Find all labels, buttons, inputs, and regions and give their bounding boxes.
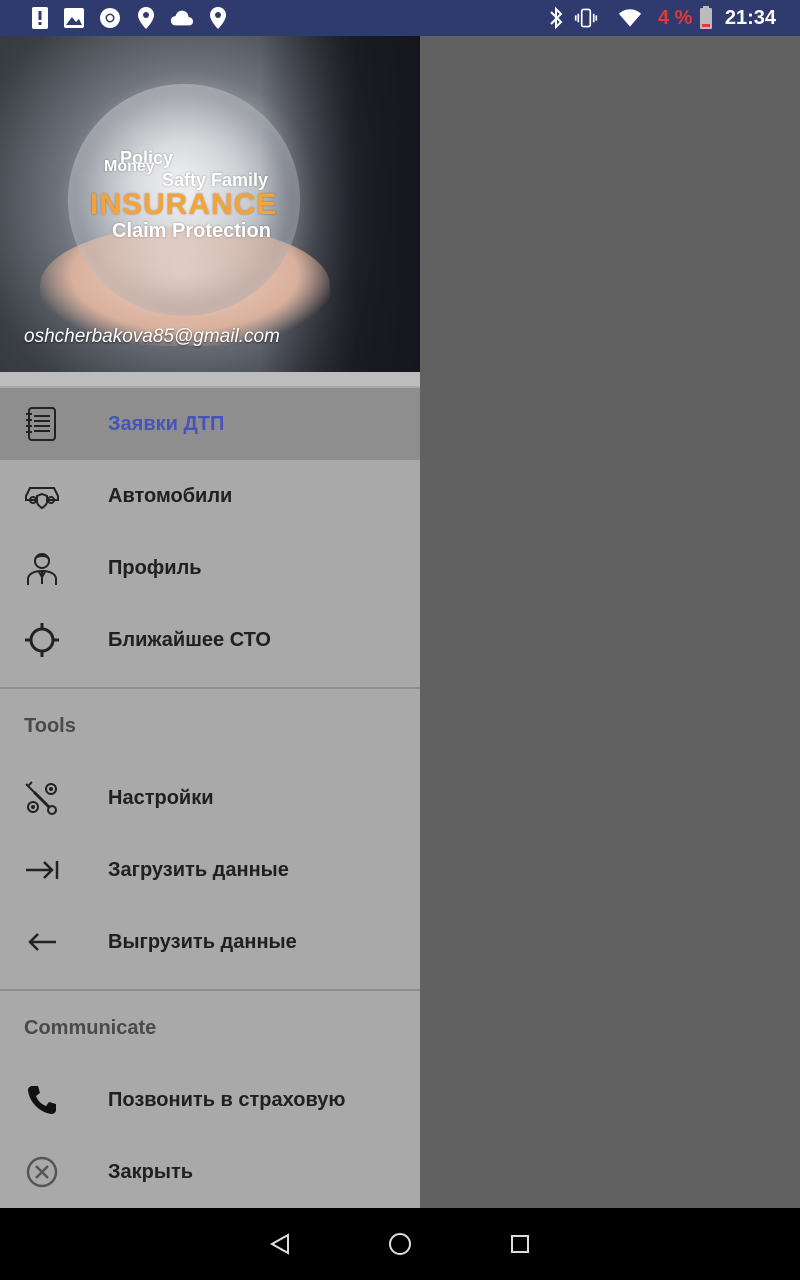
vibrate-icon bbox=[574, 6, 598, 30]
header-divider bbox=[0, 372, 420, 386]
arrow-right-bar-icon bbox=[24, 852, 60, 888]
system-nav-bar bbox=[0, 1208, 800, 1280]
menu-item-label: Закрыть bbox=[108, 1161, 194, 1183]
menu-item-label: Настройки bbox=[108, 787, 214, 809]
cloud-icon bbox=[170, 6, 194, 30]
recents-icon[interactable] bbox=[506, 1230, 534, 1258]
menu-item-close[interactable]: Закрыть bbox=[0, 1136, 420, 1208]
notepad-icon bbox=[24, 406, 60, 442]
bluetooth-icon bbox=[544, 6, 568, 30]
section-title-communicate: Communicate bbox=[24, 1017, 157, 1039]
menu-item-nearest-service[interactable]: Ближайшее СТО bbox=[0, 604, 420, 676]
menu-item-settings[interactable]: Настройки bbox=[0, 762, 420, 834]
menu-item-profile[interactable]: Профиль bbox=[0, 532, 420, 604]
car-shield-icon bbox=[24, 478, 60, 514]
header-image-word: Money bbox=[104, 158, 155, 175]
user-email: oshcherbakova85@gmail.com bbox=[24, 326, 280, 347]
menu-item-label: Ближайшее СТО bbox=[108, 629, 271, 651]
menu-item-label: Выгрузить данные bbox=[108, 931, 297, 953]
menu-item-label: Загрузить данные bbox=[108, 859, 289, 881]
status-bar: 4 % 21:34 bbox=[0, 0, 800, 36]
navigation-drawer: Policy Money Safty Family INSURANCE Clai… bbox=[0, 36, 420, 1208]
clock: 21:34 bbox=[724, 7, 776, 29]
image-icon bbox=[62, 6, 86, 30]
alert-icon bbox=[28, 6, 52, 30]
menu-item-accident-claims[interactable]: Заявки ДТП bbox=[0, 388, 420, 460]
menu-item-label: Автомобили bbox=[108, 485, 233, 507]
battery-icon bbox=[694, 6, 718, 30]
back-icon[interactable] bbox=[266, 1230, 294, 1258]
menu-item-import-data[interactable]: Загрузить данные bbox=[0, 834, 420, 906]
close-circle-icon bbox=[24, 1154, 60, 1190]
drawer-header: Policy Money Safty Family INSURANCE Clai… bbox=[0, 36, 420, 372]
phone-icon bbox=[24, 1082, 60, 1118]
battery-percent: 4 % bbox=[658, 7, 693, 29]
header-image-word: Claim Protection bbox=[112, 220, 271, 242]
wifi-icon bbox=[618, 6, 642, 30]
wrench-gear-icon bbox=[24, 780, 60, 816]
person-icon bbox=[24, 550, 60, 586]
section-divider bbox=[0, 989, 420, 991]
menu-item-label: Позвонить в страховую bbox=[108, 1089, 346, 1111]
menu-item-cars[interactable]: Автомобили bbox=[0, 460, 420, 532]
menu-item-label: Заявки ДТП bbox=[108, 413, 225, 435]
menu-item-call-insurance[interactable]: Позвонить в страховую bbox=[0, 1064, 420, 1136]
menu-item-label: Профиль bbox=[108, 557, 202, 579]
drawer-scrim[interactable] bbox=[420, 36, 800, 1208]
menu-item-export-data[interactable]: Выгрузить данные bbox=[0, 906, 420, 978]
home-icon[interactable] bbox=[386, 1230, 414, 1258]
section-title-tools: Tools bbox=[24, 715, 76, 737]
location-icon bbox=[206, 6, 230, 30]
arrow-left-icon bbox=[24, 924, 60, 960]
chrome-icon bbox=[98, 6, 122, 30]
target-icon bbox=[24, 622, 60, 658]
section-divider bbox=[0, 687, 420, 689]
header-image-word: INSURANCE bbox=[90, 188, 278, 221]
location-icon bbox=[134, 6, 158, 30]
